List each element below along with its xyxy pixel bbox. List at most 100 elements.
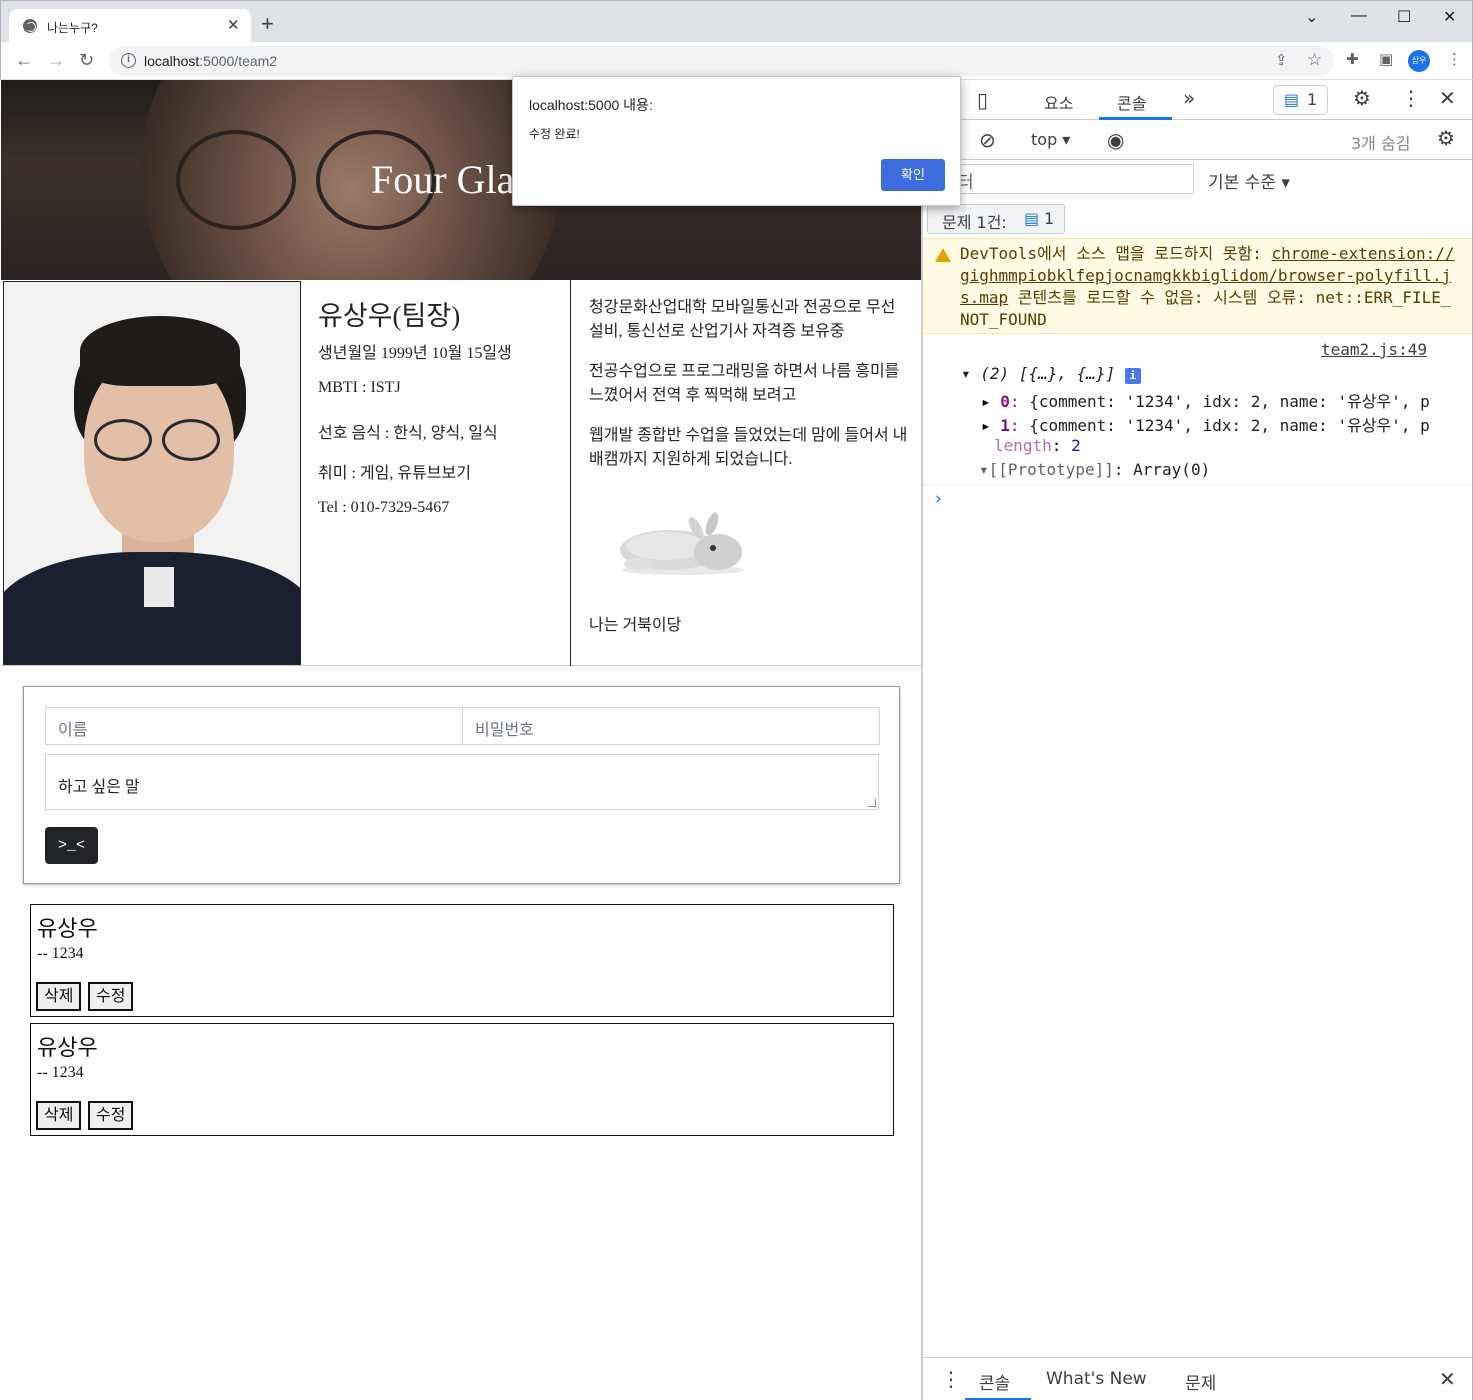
profile-food: 선호 음식 : 한식, 양식, 일식 xyxy=(318,425,498,442)
warning-text: DevTools에서 소스 맵을 로드하지 못함: chrome-extensi… xyxy=(960,243,1460,331)
alert-ok-button[interactable]: 확인 xyxy=(881,159,945,191)
delete-button[interactable]: 삭제 xyxy=(36,1101,82,1130)
delete-button[interactable]: 삭제 xyxy=(36,982,82,1011)
log-level-select[interactable]: 기본 수준 ▾ xyxy=(1208,168,1290,193)
warning-prefix: DevTools에서 소스 맵을 로드하지 못함: xyxy=(960,244,1272,263)
profile-mbti: MBTI : ISTJ xyxy=(318,379,401,396)
edit-button[interactable]: 수정 xyxy=(88,982,134,1011)
submit-button[interactable]: >_< xyxy=(45,827,98,864)
tab-strip: 나는누구? ✕ + ⌄ — ☐ ✕ xyxy=(0,0,1473,43)
context-select[interactable]: top ▾ xyxy=(1031,130,1070,149)
profile-section: 유상우(팀장) 생년월일 1999년 10월 15일생 MBTI : ISTJ … xyxy=(1,280,921,666)
comment-card: 유상우 -- 1234 삭제 수정 xyxy=(30,1023,894,1136)
intro-paragraph-2: 전공수업으로 프로그래밍을 하면서 나름 흥미를 느꼈어서 전역 후 찍먹해 보… xyxy=(589,363,900,404)
issues-link[interactable]: 문제 1건: ▤ 1 xyxy=(927,204,1065,234)
console-filter-bar: 터 기본 수준 ▾ xyxy=(923,160,1472,198)
log-source-link[interactable]: team2.js:49 xyxy=(1321,340,1427,359)
forward-arrow-icon[interactable]: → xyxy=(47,50,65,70)
warning-suffix: 콘텐츠를 로드할 수 없음: 시스템 오류: net::ERR_FILE_NOT… xyxy=(960,288,1451,329)
log-array-summary[interactable]: ▾ (2) [{…}, {…}] i xyxy=(961,364,1141,384)
live-expression-eye-icon[interactable]: ◉ xyxy=(1107,128,1124,152)
console-prompt[interactable]: › xyxy=(923,484,1472,514)
expand-arrow-icon: ▾ xyxy=(979,460,989,479)
issues-count: 1 xyxy=(1044,209,1055,228)
photo-collar xyxy=(144,567,174,607)
extensions-puzzle-icon[interactable]: ✚ xyxy=(1346,52,1359,68)
close-window-icon[interactable]: ✕ xyxy=(1443,7,1456,27)
log-prototype[interactable]: ▾[[Prototype]]: Array(0) xyxy=(979,460,1210,479)
log-length: length: 2 xyxy=(994,436,1081,455)
drawer-tab-issues[interactable]: 문제 xyxy=(1185,1369,1216,1394)
collapsed-arrow-icon: ▸ xyxy=(981,416,991,435)
comment-author: 유상우 xyxy=(37,916,98,941)
clear-console-icon[interactable]: ⊘ xyxy=(979,128,996,152)
bunny-image xyxy=(620,512,745,575)
tab-elements[interactable]: 요소 xyxy=(1044,90,1073,114)
profile-info: 유상우(팀장) 생년월일 1999년 10월 15일생 MBTI : ISTJ … xyxy=(301,280,571,666)
info-badge-icon[interactable]: i xyxy=(1124,368,1141,384)
profile-photo xyxy=(3,281,301,665)
browser-tab[interactable]: 나는누구? ✕ xyxy=(9,9,251,43)
edit-button[interactable]: 수정 xyxy=(88,1101,134,1130)
log-summary-text: (2) [{…}, {…}] xyxy=(980,364,1116,383)
console-settings-gear-icon[interactable]: ⚙ xyxy=(1437,126,1455,150)
message-placeholder: 하고 싶은 말 xyxy=(58,779,140,796)
devtools-drawer: ⋮ 콘솔 What's New 문제 ✕ xyxy=(923,1357,1472,1400)
close-drawer-icon[interactable]: ✕ xyxy=(1439,1367,1456,1391)
password-input[interactable]: 비밀번호 xyxy=(462,707,880,745)
devtools-panel: ▯ 요소 콘솔 » ▤ 1 ⚙ ⋮ ✕ ⊘ top ▾ ◉ 3개 숨김 ⚙ 터 … xyxy=(922,80,1473,1400)
browser-toolbar: ← → ↻ i localhost:5000/team2 ⇪ ☆ ✚ ▣ 상우 … xyxy=(0,42,1473,80)
prototype-value: Array(0) xyxy=(1133,460,1211,479)
bookmark-star-icon[interactable]: ☆ xyxy=(1307,51,1322,68)
log-level-value: 기본 수준 xyxy=(1208,173,1276,193)
share-icon[interactable]: ⇪ xyxy=(1275,53,1288,69)
device-toolbar-icon[interactable]: ▯ xyxy=(977,88,988,112)
close-devtools-icon[interactable]: ✕ xyxy=(1439,86,1456,110)
message-icon: ▤ xyxy=(1284,90,1300,109)
globe-icon xyxy=(23,19,37,33)
close-tab-icon[interactable]: ✕ xyxy=(227,16,240,34)
resize-handle-icon[interactable] xyxy=(868,799,876,807)
length-value: 2 xyxy=(1071,436,1081,455)
drawer-tab-console[interactable]: 콘솔 xyxy=(979,1369,1010,1394)
settings-gear-icon[interactable]: ⚙ xyxy=(1353,86,1371,110)
new-tab-button[interactable]: + xyxy=(261,13,274,35)
info-icon[interactable]: i xyxy=(121,53,136,68)
maximize-icon[interactable]: ☐ xyxy=(1397,7,1411,27)
filter-input[interactable]: 터 xyxy=(951,164,1194,194)
alert-message: 수정 완료! xyxy=(529,127,580,141)
alert-dialog: localhost:5000 내용: 수정 완료! 확인 xyxy=(512,76,961,206)
prompt-chevron-icon: › xyxy=(935,489,942,509)
profile-hobby: 취미 : 게임, 유튜브보기 xyxy=(318,465,471,482)
kebab-menu-icon[interactable]: ⋮ xyxy=(1401,86,1421,110)
profile-name: 유상우(팀장) xyxy=(318,301,461,331)
issues-badge[interactable]: ▤ 1 xyxy=(1273,85,1328,115)
profile-avatar[interactable]: 상우 xyxy=(1408,50,1430,72)
collapsed-arrow-icon: ▸ xyxy=(981,392,991,411)
reload-icon[interactable]: ↻ xyxy=(79,50,94,70)
drawer-tab-whats-new[interactable]: What's New xyxy=(1046,1369,1147,1389)
tab-console[interactable]: 콘솔 xyxy=(1117,90,1146,114)
log-item-0[interactable]: ▸ 0: {comment: '1234', idx: 2, name: '유상… xyxy=(981,388,1430,412)
comment-text: -- 1234 xyxy=(37,1064,84,1081)
devtools-tab-bar: ▯ 요소 콘솔 » ▤ 1 ⚙ ⋮ ✕ xyxy=(923,80,1472,120)
item-key: 1 xyxy=(1000,416,1010,435)
more-tabs-icon[interactable]: » xyxy=(1183,86,1195,110)
length-key: length xyxy=(994,436,1052,455)
address-bar[interactable]: i localhost:5000/team2 ⇪ ☆ xyxy=(109,46,1334,76)
drawer-menu-icon[interactable]: ⋮ xyxy=(941,1367,961,1391)
minimize-icon[interactable]: — xyxy=(1351,7,1367,25)
log-item-1[interactable]: ▸ 1: {comment: '1234', idx: 2, name: '유상… xyxy=(981,412,1430,436)
message-icon: ▤ xyxy=(1024,209,1040,228)
message-textarea[interactable]: 하고 싶은 말 xyxy=(45,754,879,810)
more-menu-icon[interactable]: ⋮ xyxy=(1447,52,1462,68)
back-arrow-icon[interactable]: ← xyxy=(15,50,33,70)
prototype-key: [[Prototype]] xyxy=(988,460,1114,479)
photo-fringe xyxy=(80,316,240,386)
side-panel-icon[interactable]: ▣ xyxy=(1379,52,1393,68)
chevron-down-icon[interactable]: ⌄ xyxy=(1305,7,1318,27)
intro-caption: 나는 거북이당 xyxy=(589,617,682,634)
hero-glasses-left xyxy=(176,130,296,230)
comment-card: 유상우 -- 1234 삭제 수정 xyxy=(30,904,894,1017)
name-input[interactable]: 이름 xyxy=(45,707,463,745)
